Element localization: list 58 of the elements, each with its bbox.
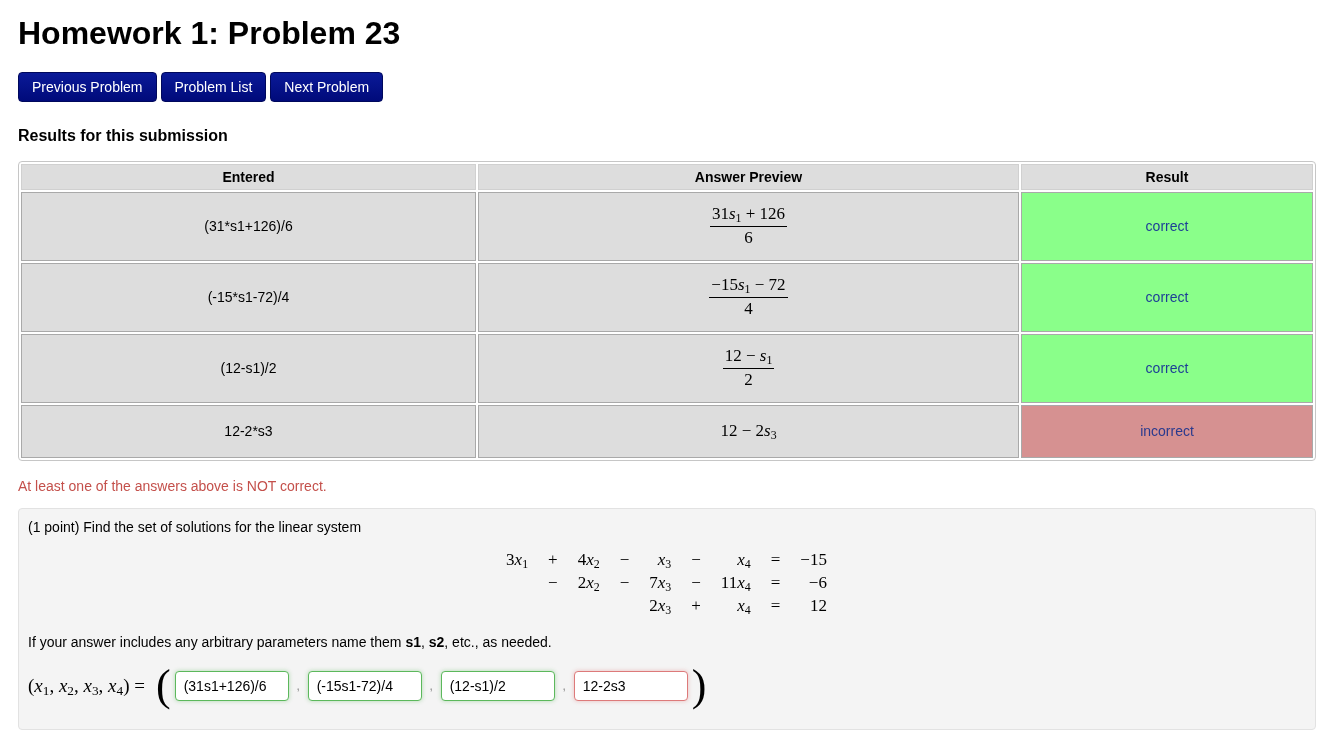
result-cell: correct: [1021, 334, 1313, 403]
math-term: x$_{4}$: [737, 595, 751, 617]
nav-button[interactable]: Problem List: [160, 72, 267, 102]
opening-parenthesis: (: [156, 663, 171, 709]
math-term: 4x$_{2}$: [577, 549, 600, 571]
problem-text: (1 point) Find the set of solutions for the linear system: [28, 519, 363, 535]
hint-text: If your answer includes any arbitrary parameters name them s1, s2, etc., as needed.: [28, 634, 552, 650]
math-term: −6: [808, 572, 827, 594]
math-operator: −: [619, 549, 630, 571]
math-operator: +: [548, 549, 558, 571]
fraction-numerator: 31s$_{1}$ + 126: [709, 204, 788, 227]
section-title: Results for this submission: [18, 126, 228, 146]
nav-button[interactable]: Next Problem: [270, 72, 384, 102]
table-cell: (-15*s1-72)/4: [21, 263, 476, 332]
fraction-numerator: −15s$_{1}$ − 72: [709, 275, 788, 298]
math-operator: =: [770, 549, 781, 571]
math-term: 2x$_{3}$: [649, 595, 672, 617]
error-message: At least one of the answers above is NOT correct.: [18, 478, 327, 494]
math-operator: −: [619, 572, 630, 594]
math-operator: =: [770, 595, 781, 617]
math-term: x$_{3}$: [657, 549, 672, 571]
nav-button[interactable]: Previous Problem: [18, 72, 157, 102]
answer-field[interactable]: (12-s1)/2: [440, 671, 555, 701]
closing-parenthesis: ): [691, 663, 707, 709]
math-term: −15: [800, 549, 827, 571]
math-operator: −: [691, 572, 701, 594]
table-cell: (12-s1)/2: [21, 334, 476, 403]
math-operator: =: [770, 572, 781, 594]
table-cell: 12-2*s3: [21, 405, 476, 458]
answer-field[interactable]: 12-2s3: [573, 671, 688, 701]
math-operator: −: [548, 572, 558, 594]
column-header: Result: [1021, 164, 1313, 190]
math-term: 11x$_{4}$: [720, 572, 751, 594]
table-cell: (31*s1+126)/6: [21, 192, 476, 261]
fraction-denominator: 4: [744, 298, 753, 319]
math-term: x$_{4}$: [737, 549, 751, 571]
fraction-denominator: 6: [744, 227, 753, 248]
comma-separator: ,: [428, 679, 434, 693]
result-cell: incorrect: [1021, 405, 1313, 458]
column-header: Answer Preview: [478, 164, 1019, 190]
math-expression: 12 − 2s$_{3}$: [720, 420, 777, 444]
answer-field[interactable]: (31s1+126)/6: [174, 671, 289, 701]
math-term: 2x$_{2}$: [577, 572, 600, 594]
result-cell: correct: [1021, 192, 1313, 261]
fraction-numerator: 12 − s$_{1}$: [722, 346, 775, 369]
math-term: 3x$_{1}$: [506, 549, 529, 571]
column-header: Entered: [21, 164, 476, 190]
fraction-denominator: 2: [744, 369, 753, 390]
math-term: 7x$_{3}$: [649, 572, 672, 594]
comma-separator: ,: [295, 679, 301, 693]
result-cell: correct: [1021, 263, 1313, 332]
comma-separator: ,: [561, 679, 567, 693]
page-title: Homework 1: Problem 23: [18, 14, 401, 52]
math-term: 12: [809, 595, 827, 617]
math-operator: +: [691, 595, 701, 617]
math-operator: −: [691, 549, 701, 571]
answer-field[interactable]: (-15s1-72)/4: [307, 671, 422, 701]
answer-label: (x$_{1}$, x$_{2}$, x$_{3}$, x$_{4}$) =: [28, 675, 145, 697]
